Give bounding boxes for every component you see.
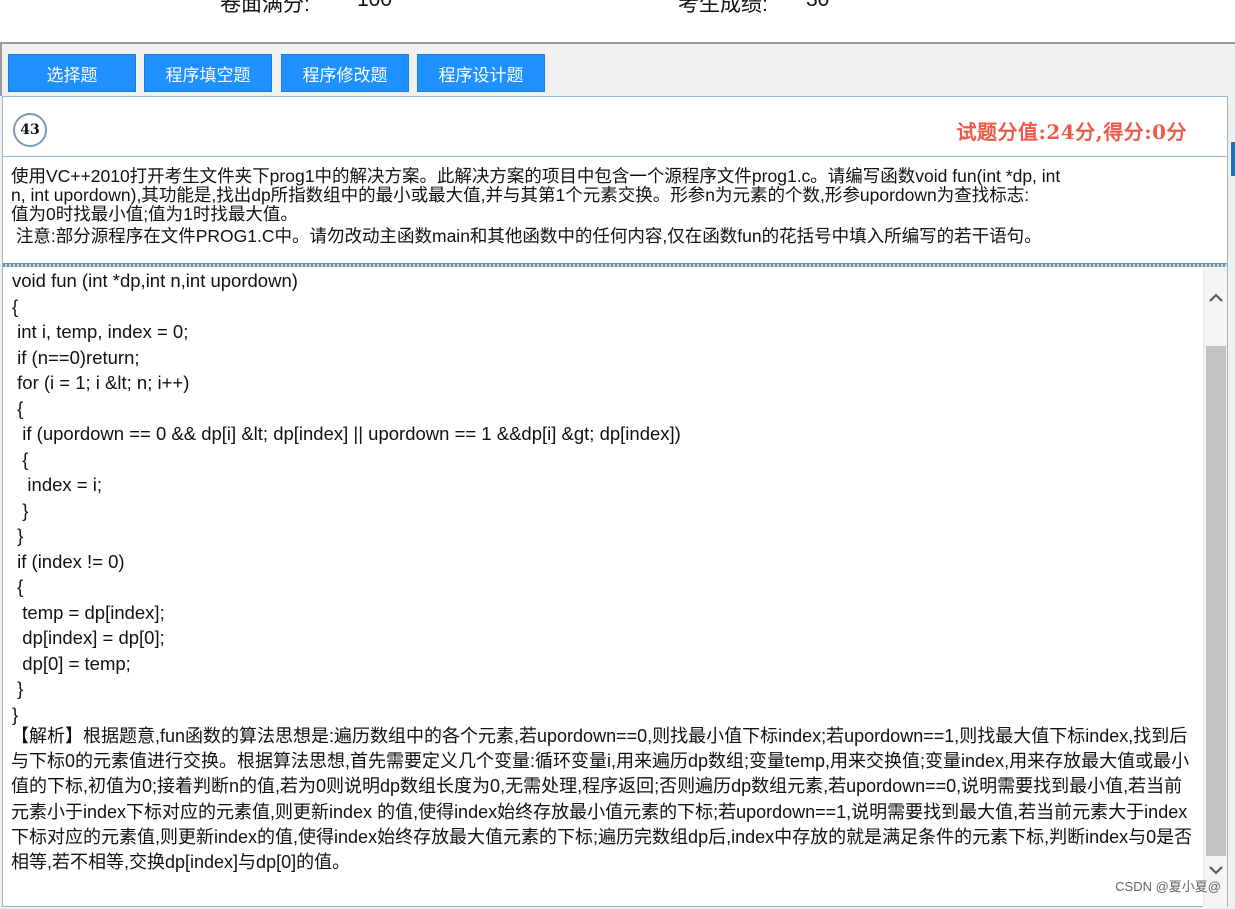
- question-text-line: n, int upordown),其功能是,找出dp所指数组中的最小或最大值,并…: [11, 185, 1030, 205]
- question-text-line: 使用VC++2010打开考生文件夹下prog1中的解决方案。此解决方案的项目中包…: [11, 166, 1061, 186]
- tab-program-fix[interactable]: 程序修改题: [281, 54, 409, 92]
- answer-analysis: 【解析】根据题意,fun函数的算法思想是:遍历数组中的各个元素,若upordow…: [11, 726, 1193, 873]
- panel-splitter[interactable]: [3, 263, 1227, 267]
- outer-scrollbar-thumb[interactable]: [1231, 142, 1235, 176]
- question-score-info: 试题分值:24分,得分:0分: [956, 120, 1187, 144]
- student-score-value: 30: [806, 0, 829, 12]
- full-score-value: 100: [357, 0, 392, 12]
- question-number-badge: 43: [13, 113, 47, 147]
- tab-fill-blank[interactable]: 程序填空题: [144, 54, 272, 92]
- question-text-line: 值为0时找最小值;值为1时找最大值。: [11, 204, 298, 224]
- question-panel: 43 试题分值:24分,得分:0分 使用VC++2010打开考生文件夹下prog…: [2, 96, 1228, 908]
- answer-code: void fun (int *dp,int n,int upordown) { …: [12, 270, 681, 725]
- question-type-tabbar: 选择题 程序填空题 程序修改题 程序设计题: [0, 44, 1235, 96]
- scrollbar-thumb[interactable]: [1206, 346, 1226, 856]
- tab-choice[interactable]: 选择题: [8, 54, 136, 92]
- full-score-label: 卷面满分:: [220, 0, 310, 16]
- score-summary-strip: 卷面满分: 100 考生成绩: 30: [0, 0, 1235, 42]
- student-score-label: 考生成绩:: [678, 0, 768, 16]
- watermark-text: CSDN @夏小夏@: [1115, 879, 1221, 894]
- answer-area[interactable]: void fun (int *dp,int n,int upordown) { …: [3, 268, 1199, 908]
- question-description: 使用VC++2010打开考生文件夹下prog1中的解决方案。此解决方案的项目中包…: [11, 167, 1211, 246]
- question-text-line: 注意:部分源程序在文件PROG1.C中。请勿改动主函数main和其他函数中的任何…: [11, 226, 1042, 246]
- answer-scrollbar[interactable]: [1203, 268, 1227, 908]
- outer-scroll-edge: [1228, 96, 1235, 907]
- question-header: 43 试题分值:24分,得分:0分: [3, 97, 1227, 157]
- tab-program-design[interactable]: 程序设计题: [417, 54, 545, 92]
- scroll-up-icon[interactable]: [1204, 284, 1228, 312]
